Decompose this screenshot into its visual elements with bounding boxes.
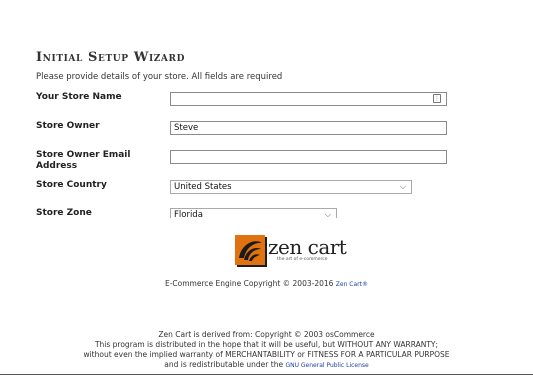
store-zone-select[interactable]: Florida ⌵: [170, 208, 337, 218]
derived-line-2: This program is distributed in the hope …: [94, 340, 439, 349]
derived-line-3: without even the implied warranty of MER…: [83, 350, 450, 359]
store-zone-label: Store Zone: [36, 208, 92, 218]
store-owner-input[interactable]: Steve: [170, 121, 447, 135]
zen-cart-link[interactable]: Zen Cart®: [336, 281, 368, 288]
zen-cart-emblem-icon: [235, 235, 267, 267]
key-icon[interactable]: ⋮: [433, 94, 441, 103]
chevron-down-icon: ⌵: [324, 210, 331, 218]
derived-line-4: and is redistributable under the: [164, 360, 284, 369]
wizard-subtitle: Please provide details of your store. Al…: [36, 72, 283, 82]
owner-email-label: Store Owner Email Address: [36, 150, 131, 171]
bottom-divider: [0, 374, 533, 375]
store-owner-value: Steve: [174, 123, 199, 133]
copyright-line: E-Commerce Engine Copyright © 2003-2016 …: [0, 279, 533, 288]
store-name-input[interactable]: ⋮: [170, 92, 447, 106]
setup-wizard-panel: Initial Setup Wizard Please provide deta…: [0, 0, 533, 218]
logo-text: zen cart: [268, 235, 347, 259]
store-country-label: Store Country: [36, 180, 107, 190]
derived-line-4-row: and is redistributable under the GNU Gen…: [0, 360, 533, 371]
store-country-value: United States: [174, 182, 232, 192]
copyright-text: E-Commerce Engine Copyright © 2003-2016: [164, 279, 334, 288]
zen-cart-logo: zen cart the art of e-commerce: [235, 234, 355, 270]
gpl-license-link[interactable]: GNU General Public License: [285, 362, 368, 369]
chevron-down-icon: ⌵: [399, 182, 406, 191]
derived-line-1: Zen Cart is derived from: Copyright © 20…: [158, 330, 375, 339]
store-owner-label: Store Owner: [36, 121, 100, 131]
wizard-title: Initial Setup Wizard: [36, 50, 185, 65]
store-country-select[interactable]: United States ⌵: [170, 180, 412, 194]
owner-email-input[interactable]: [170, 150, 447, 164]
store-name-label: Your Store Name: [36, 92, 122, 102]
store-zone-value: Florida: [174, 210, 203, 218]
license-notice: Zen Cart is derived from: Copyright © 20…: [0, 330, 533, 371]
logo-tagline: the art of e-commerce: [277, 257, 328, 262]
